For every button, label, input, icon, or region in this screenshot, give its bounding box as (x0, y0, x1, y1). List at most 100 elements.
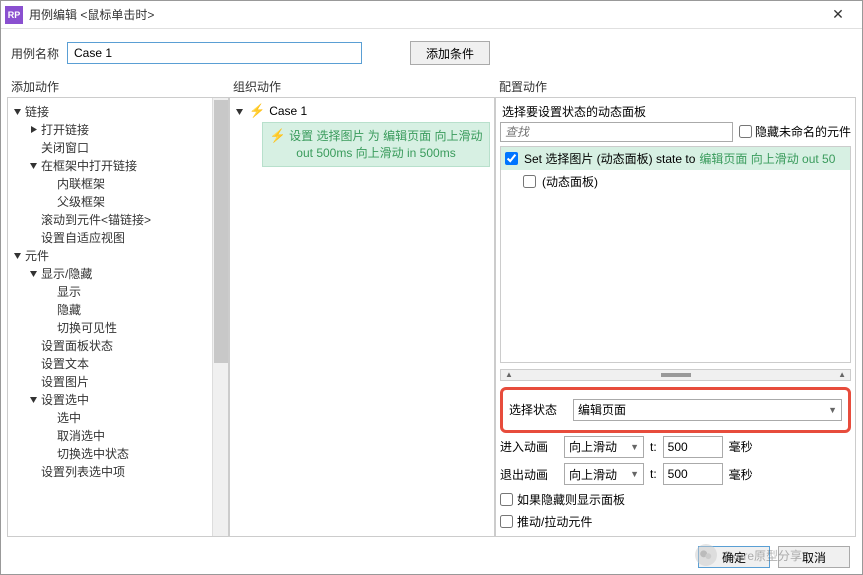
hide-unnamed-checkbox[interactable]: 隐藏未命名的元件 (739, 123, 851, 140)
tree-node-links[interactable]: 链接 (8, 102, 228, 120)
select-value: 向上滑动 (569, 438, 617, 455)
tree-label: 元件 (25, 247, 49, 264)
tree-label: 滚动到元件<锚链接> (41, 211, 151, 228)
arrow-left-icon: ▲ (505, 370, 513, 379)
close-button[interactable]: ✕ (818, 2, 858, 28)
tree-node-close-window[interactable]: 关闭窗口 (8, 138, 228, 156)
tree-node-show[interactable]: 显示 (8, 282, 228, 300)
tree-label: 切换可见性 (57, 319, 117, 336)
tree-label: 显示 (57, 283, 81, 300)
ms-label: 毫秒 (729, 438, 753, 455)
tree-label: 设置面板状态 (41, 337, 113, 354)
list-item-suffix: 编辑页面 向上滑动 out 50 (699, 150, 835, 167)
tree-node-open-link[interactable]: 打开链接 (8, 120, 228, 138)
panel-list: Set 选择图片 (动态面板) state to 编辑页面 向上滑动 out 5… (500, 146, 851, 363)
expand-icon[interactable] (28, 160, 39, 171)
chevron-down-icon: ▼ (630, 469, 639, 479)
expand-icon[interactable] (28, 268, 39, 279)
tree-node-selected[interactable]: 选中 (8, 408, 228, 426)
action-body: 选择图片 为 编辑页面 向上滑动 out 500ms 向上滑动 in 500ms (296, 129, 482, 160)
tree-label: 关闭窗口 (41, 139, 89, 156)
case-name-label: 用例名称 (11, 45, 59, 62)
add-condition-button[interactable]: 添加条件 (410, 41, 490, 65)
tree-node-set-list-selected[interactable]: 设置列表选中项 (8, 462, 228, 480)
organize-action-header: 组织动作 (229, 75, 495, 97)
chevron-down-icon: ▼ (630, 442, 639, 452)
checkbox-label: 推动/拉动元件 (517, 513, 592, 530)
tree-node-panel-state[interactable]: 设置面板状态 (8, 336, 228, 354)
tree-node-set-selected[interactable]: 设置选中 (8, 390, 228, 408)
tree-label: 内联框架 (57, 175, 105, 192)
tree-node-adaptive-view[interactable]: 设置自适应视图 (8, 228, 228, 246)
push-pull-checkbox[interactable] (500, 515, 513, 528)
state-highlight-box: 选择状态 编辑页面 ▼ (500, 387, 851, 433)
tree-node-open-in-frame[interactable]: 在框架中打开链接 (8, 156, 228, 174)
t-label: t: (650, 440, 657, 454)
ok-button[interactable]: 确定 (698, 546, 770, 568)
bolt-icon: ⚡ (249, 103, 265, 119)
tree-label: 设置文本 (41, 355, 89, 372)
tree-node-set-image[interactable]: 设置图片 (8, 372, 228, 390)
tree-node-inline-frame[interactable]: 内联框架 (8, 174, 228, 192)
panel-list-item[interactable]: (动态面板) (501, 170, 850, 193)
panel-checkbox[interactable] (523, 175, 536, 188)
scrollbar[interactable] (212, 98, 228, 536)
search-input[interactable] (500, 122, 733, 142)
tree-label: 选中 (57, 409, 81, 426)
show-if-hidden-row[interactable]: 如果隐藏则显示面板 (500, 488, 851, 510)
expand-icon[interactable] (234, 106, 245, 117)
action-prefix: 设置 (289, 129, 313, 143)
tree-label: 设置自适应视图 (41, 229, 125, 246)
tree-label: 设置选中 (41, 391, 89, 408)
action-item[interactable]: ⚡ 设置 选择图片 为 编辑页面 向上滑动 out 500ms 向上滑动 in … (262, 122, 490, 167)
enter-duration-input[interactable] (663, 436, 723, 458)
case-name-text: Case 1 (269, 104, 307, 118)
panel-list-item[interactable]: Set 选择图片 (动态面板) state to 编辑页面 向上滑动 out 5… (501, 147, 850, 170)
enter-anim-select[interactable]: 向上滑动 ▼ (564, 436, 644, 458)
tree-node-toggle-vis[interactable]: 切换可见性 (8, 318, 228, 336)
title-bar: RP 用例编辑 <鼠标单击时> ✕ (1, 1, 862, 29)
enter-anim-label: 进入动画 (500, 438, 558, 455)
window-title: 用例编辑 <鼠标单击时> (29, 6, 818, 23)
t-label: t: (650, 467, 657, 481)
tree-label: 隐藏 (57, 301, 81, 318)
exit-anim-select[interactable]: 向上滑动 ▼ (564, 463, 644, 485)
case-name-row: 用例名称 添加条件 (1, 29, 862, 75)
state-select[interactable]: 编辑页面 ▼ (573, 399, 842, 421)
exit-anim-label: 退出动画 (500, 466, 558, 483)
config-action-header: 配置动作 (495, 75, 856, 97)
expand-icon[interactable] (12, 250, 23, 261)
select-state-label: 选择状态 (509, 401, 567, 418)
checkbox-label: 如果隐藏则显示面板 (517, 491, 625, 508)
splitter[interactable]: ▲ ▲ (500, 369, 851, 381)
tree-label: 切换选中状态 (57, 445, 129, 462)
tree-node-parent-frame[interactable]: 父级框架 (8, 192, 228, 210)
tree-node-set-text[interactable]: 设置文本 (8, 354, 228, 372)
tree-node-scroll-anchor[interactable]: 滚动到元件<锚链接> (8, 210, 228, 228)
panel-checkbox[interactable] (505, 152, 518, 165)
case-name-input[interactable] (67, 42, 362, 64)
push-pull-row[interactable]: 推动/拉动元件 (500, 510, 851, 532)
tree-label: 父级框架 (57, 193, 105, 210)
tree-node-unselected[interactable]: 取消选中 (8, 426, 228, 444)
tree-node-toggle-selected[interactable]: 切换选中状态 (8, 444, 228, 462)
tree-node-show-hide[interactable]: 显示/隐藏 (8, 264, 228, 282)
tree-node-widgets[interactable]: 元件 (8, 246, 228, 264)
arrow-right-icon: ▲ (838, 370, 846, 379)
config-panel: 选择要设置状态的动态面板 隐藏未命名的元件 Set 选择图片 (动态面板) st… (495, 97, 856, 537)
tree-label: 打开链接 (41, 121, 89, 138)
tree-label: 设置列表选中项 (41, 463, 125, 480)
select-value: 编辑页面 (578, 401, 626, 418)
grip-icon (661, 373, 691, 377)
tree-node-hide[interactable]: 隐藏 (8, 300, 228, 318)
expand-icon[interactable] (12, 106, 23, 117)
show-if-hidden-checkbox[interactable] (500, 493, 513, 506)
collapse-icon[interactable] (28, 124, 39, 135)
cancel-button[interactable]: 取消 (778, 546, 850, 568)
case-node[interactable]: ⚡ Case 1 (234, 102, 490, 120)
expand-icon[interactable] (28, 394, 39, 405)
checkbox-label: 隐藏未命名的元件 (755, 123, 851, 140)
exit-duration-input[interactable] (663, 463, 723, 485)
tree-label: 链接 (25, 103, 49, 120)
tree-label: 设置图片 (41, 373, 89, 390)
